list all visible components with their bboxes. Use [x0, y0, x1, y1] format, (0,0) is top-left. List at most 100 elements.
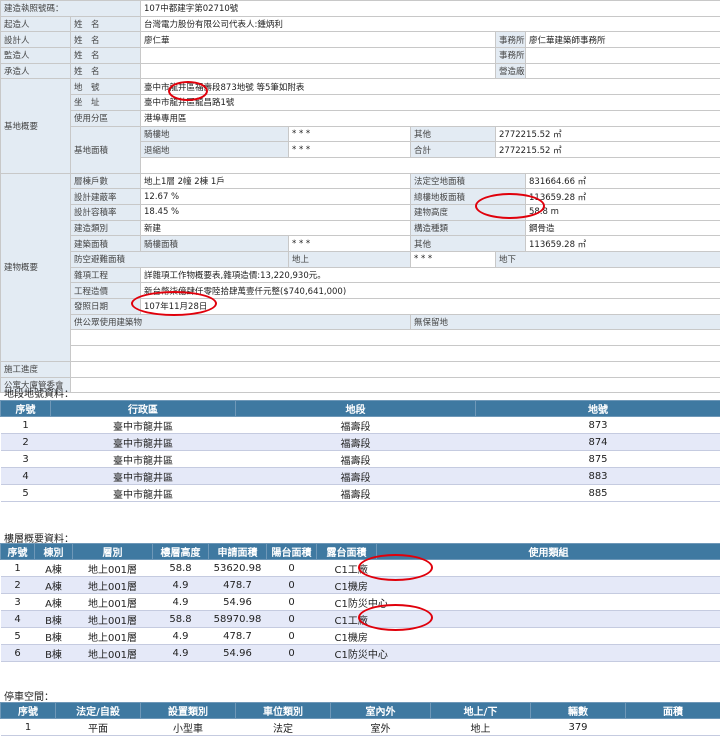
- land-column-header: 地號: [475, 400, 720, 417]
- floors-cell: 地上001層: [72, 593, 153, 611]
- parking-column-header: 序號: [0, 702, 56, 719]
- floors-cell: C1工廠: [316, 559, 720, 577]
- permit-value: [69, 345, 720, 362]
- floors-column-header: 棟別: [34, 543, 73, 560]
- floors-column-header: 樓層高度: [152, 543, 209, 560]
- land-cell: 874: [475, 433, 720, 451]
- parking-column-header: 輛數: [530, 702, 626, 719]
- land-cell: 883: [475, 467, 720, 485]
- land-cell: 3: [0, 450, 51, 468]
- floors-cell: 478.7: [208, 627, 267, 645]
- permit-value: [69, 376, 720, 394]
- permit-label: 供公眾使用建築物: [69, 313, 412, 331]
- land-column-header: 地段: [235, 400, 476, 417]
- permit-row: 坐 址臺中市龍井區龍昌路1號: [1, 94, 720, 111]
- permit-row: 雜項工程 詳雜項工作物概要表,雜項造價:13,220,930元。: [1, 266, 720, 284]
- permit-value: 831664.66 ㎡: [525, 172, 720, 190]
- permit-value: 113659.28 ㎡: [525, 235, 720, 252]
- parking-column-header: 法定/自設: [55, 702, 141, 719]
- permit-value: 107中都建字第02710號: [140, 0, 720, 17]
- floors-cell: 地上001層: [72, 576, 153, 594]
- floors-cell: C1機房: [316, 627, 720, 645]
- floors-table: 序號 棟別 層別 樓層高度 申請面積 陽台面積 露台面積 使用類組 1 A棟 地上001層 58.8…: [0, 543, 720, 662]
- land-cell: 873: [475, 416, 720, 434]
- permit-value: [69, 360, 720, 378]
- permit-value: 新台幣柒億肆仟零陸拾肆萬壹仟元整($740,641,000): [140, 282, 720, 300]
- permit-value: [140, 156, 720, 174]
- parking-column-header: 面積: [625, 702, 720, 719]
- parking-cell: 小型車: [140, 718, 236, 736]
- land-table: 序號 行政區 地段 地號 1 臺中市龍井區 福壽段 873 2 臺中市龍井區 福壽段 874 3 臺中市…: [0, 400, 720, 502]
- table-row: 4 B棟 地上001層 58.8 58970.98 0 C1工廠: [0, 610, 720, 628]
- floors-column-header: 陽台面積: [266, 543, 317, 560]
- permit-value: 台灣電力股份有限公司代表人:鍾炳利: [140, 15, 720, 33]
- permit-row: 基地概要地 號臺中市龍井區福壽段873地號 等5筆如附表: [0, 78, 720, 174]
- permit-value: [140, 47, 497, 64]
- floors-cell: A棟: [34, 559, 73, 577]
- floors-cell: 0: [266, 559, 317, 577]
- permit-row: 建造執照號碼： 107中都建字第02710號: [0, 0, 720, 17]
- permit-row: 監造人姓 名 事務所: [0, 47, 720, 64]
- permit-value: 鋼骨造: [525, 219, 720, 237]
- permit-label: 姓 名: [69, 62, 142, 80]
- land-cell: 福壽段: [235, 416, 476, 434]
- floors-cell: 地上001層: [72, 610, 153, 628]
- land-cell: 臺中市龍井區: [50, 433, 236, 451]
- permit-value: 18.45 %: [140, 203, 412, 221]
- floors-cell: 0: [266, 644, 317, 662]
- table-row: 3 臺中市龍井區 福壽段 875: [0, 450, 720, 468]
- permit-label: 營造廠: [495, 62, 527, 80]
- floors-cell: B棟: [34, 610, 73, 628]
- permit-label: 無保留地: [410, 313, 720, 331]
- permit-value: 新建: [140, 219, 412, 237]
- land-cell: 1: [0, 416, 51, 434]
- permit-row: 使用分區 港埠專用區: [1, 109, 720, 127]
- floors-cell: 2: [0, 576, 35, 594]
- table-row: 3 A棟 地上001層 4.9 54.96 0 C1防災中心: [0, 593, 720, 611]
- table-row: 2 A棟 地上001層 4.9 478.7 0 C1機房: [0, 576, 720, 594]
- floors-cell: 54.96: [208, 593, 267, 611]
- permit-label: 建築面積: [69, 235, 142, 252]
- land-cell: 福壽段: [235, 450, 476, 468]
- permit-label: 地下: [495, 251, 720, 268]
- land-cell: 福壽段: [235, 433, 476, 451]
- floors-cell: 4.9: [152, 627, 209, 645]
- parking-section-title: 停車空間：: [4, 692, 54, 703]
- floors-cell: 58.8: [152, 559, 209, 577]
- permit-label: 層棟戶數: [69, 172, 142, 190]
- permit-value: * * *: [410, 251, 497, 268]
- floors-cell: 5: [0, 627, 35, 645]
- land-cell: 4: [0, 467, 51, 485]
- floors-cell: 地上001層: [72, 559, 153, 577]
- floors-column-header: 露台面積: [316, 543, 377, 560]
- permit-value: 港埠專用區: [140, 109, 720, 127]
- land-cell: 5: [0, 484, 51, 502]
- floors-cell: A棟: [34, 593, 73, 611]
- permit-label: 建造類別: [69, 219, 142, 237]
- floors-cell: 4.9: [152, 576, 209, 594]
- permit-label: 姓 名: [69, 47, 142, 64]
- permit-row: 建造類別 新建 構造種類 鋼骨造: [1, 219, 720, 237]
- floors-column-header: 使用類組: [376, 543, 720, 560]
- permit-value: [69, 329, 720, 347]
- permit-value: 臺中市龍井區福壽段873地號 等5筆如附表: [140, 78, 720, 96]
- floors-cell: 4.9: [152, 644, 209, 662]
- permit-label: 地 號: [69, 78, 142, 96]
- floors-cell: 58970.98: [208, 610, 267, 628]
- floors-cell: C1工廠: [316, 610, 720, 628]
- parking-column-header: 車位類別: [235, 702, 331, 719]
- land-cell: 臺中市龍井區: [50, 467, 236, 485]
- permit-label: 防空避難面積: [69, 251, 290, 268]
- permit-label: 坐 址: [69, 94, 142, 111]
- permit-label: 合計: [410, 141, 497, 158]
- permit-label: 發照日期: [69, 298, 142, 315]
- floors-column-header: 層別: [72, 543, 153, 560]
- permit-value: [525, 47, 720, 64]
- land-cell: 885: [475, 484, 720, 502]
- permit-row: 供公眾使用建築物 無保留地: [1, 313, 720, 331]
- permit-table: 建造執照號碼： 107中都建字第02710號 起造人姓 名台灣電力股份有限公司代表人…: [0, 0, 720, 394]
- floors-cell: C1防災中心: [316, 644, 720, 662]
- floors-cell: 地上001層: [72, 644, 153, 662]
- parking-column-header: 室內外: [330, 702, 431, 719]
- permit-label: 雜項工程: [69, 266, 142, 284]
